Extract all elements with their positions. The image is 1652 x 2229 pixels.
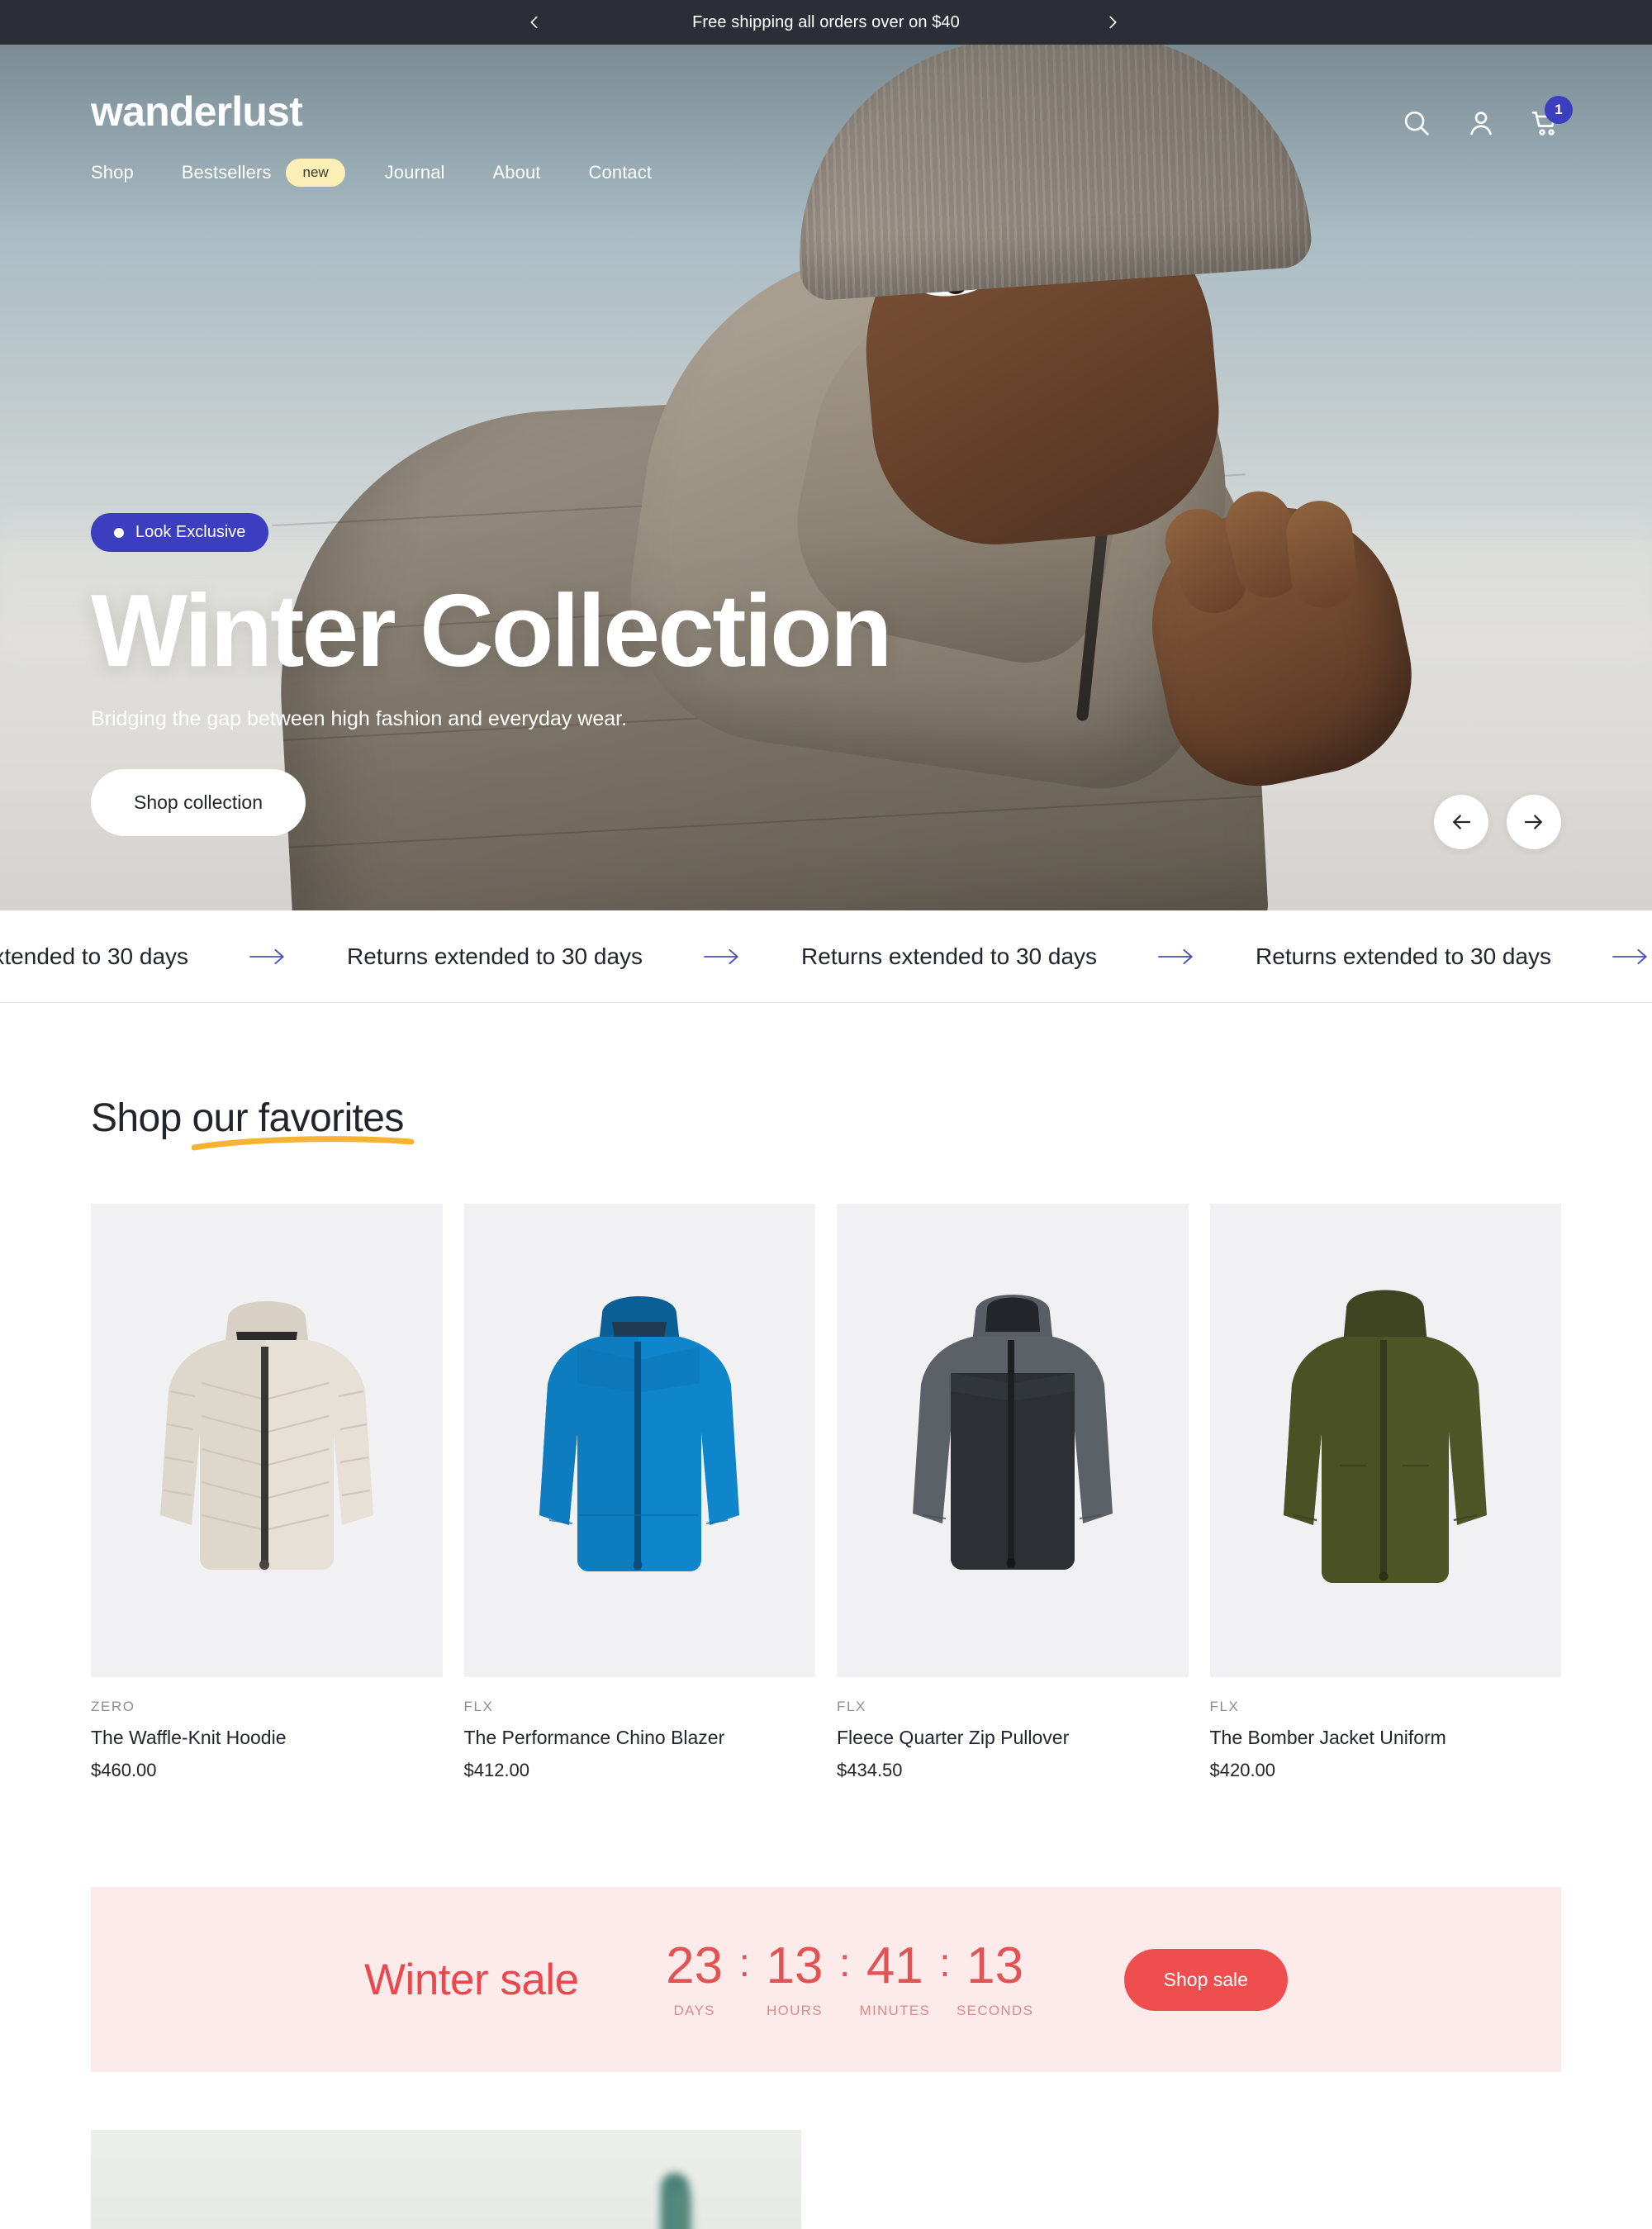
- countdown-hours-value: 13: [766, 1937, 824, 1994]
- countdown-hours-label: HOURS: [767, 2002, 823, 2018]
- arrow-right-icon: [1551, 945, 1652, 968]
- search-icon[interactable]: [1401, 107, 1432, 139]
- product-grid: ZERO The Waffle-Knit Hoodie $460.00 FLX …: [91, 1204, 1561, 1781]
- countdown-minutes: 41 MINUTES: [855, 1937, 934, 2019]
- hero-badge: Look Exclusive: [91, 513, 269, 552]
- countdown-timer: 23 DAYS : 13 HOURS : 41 MINUTES : 13 SEC…: [655, 1937, 1035, 2019]
- next-section-teaser: [0, 2072, 1652, 2229]
- nav-item-journal[interactable]: Journal: [385, 162, 445, 183]
- announcement-next-button[interactable]: [1090, 0, 1135, 45]
- countdown-hours: 13 HOURS: [755, 1937, 834, 2019]
- countdown-separator: :: [838, 1941, 851, 1985]
- countdown-seconds: 13 SECONDS: [956, 1937, 1035, 2019]
- sale-title: Winter sale: [364, 1955, 579, 2004]
- announcement-text: Free shipping all orders over on $40: [692, 12, 960, 31]
- title-underline: [192, 1136, 415, 1151]
- marquee-item: Returns extended to 30 days: [347, 943, 643, 969]
- hero-prev-button[interactable]: [1434, 795, 1488, 849]
- jacket-illustration: [539, 1295, 740, 1571]
- jacket-illustration: [1284, 1290, 1488, 1583]
- countdown-separator: :: [939, 1941, 951, 1985]
- nav-new-badge: new: [286, 159, 345, 187]
- product-price: $460.00: [91, 1760, 157, 1780]
- product-image: [837, 1204, 1189, 1677]
- marquee-track: Returns extended to 30 days Returns exte…: [0, 943, 1652, 970]
- hero-banner: wanderlust Shop Bestsellers new Journal …: [0, 45, 1652, 910]
- promo-marquee: Returns extended to 30 days Returns exte…: [0, 910, 1652, 1003]
- teaser-image[interactable]: [91, 2130, 801, 2229]
- product-name: Fleece Quarter Zip Pullover: [837, 1727, 1070, 1748]
- hero-content: Look Exclusive Winter Collection Bridgin…: [91, 513, 892, 836]
- page-root: Free shipping all orders over on $40 wan…: [0, 0, 1652, 2229]
- cart-count-badge: 1: [1545, 96, 1573, 124]
- chevron-left-icon: [525, 13, 544, 31]
- product-card[interactable]: ZERO The Waffle-Knit Hoodie $460.00: [91, 1204, 443, 1781]
- arrow-right-icon: [1097, 945, 1256, 968]
- announcement-prev-button[interactable]: [512, 0, 557, 45]
- shop-sale-button[interactable]: Shop sale: [1123, 1948, 1288, 2011]
- jacket-illustration: [912, 1294, 1113, 1570]
- countdown-minutes-label: MINUTES: [859, 2002, 931, 2018]
- dot-icon: [114, 527, 124, 538]
- favorites-heading: Shop our favorites: [91, 1003, 415, 1151]
- product-image: [91, 1204, 443, 1677]
- countdown-seconds-label: SECONDS: [957, 2002, 1034, 2018]
- countdown-minutes-value: 41: [866, 1937, 923, 1994]
- product-name: The Bomber Jacket Uniform: [1209, 1727, 1446, 1748]
- nav-item-shop[interactable]: Shop: [91, 162, 134, 183]
- chevron-right-icon: [1104, 13, 1122, 31]
- countdown-days-value: 23: [666, 1937, 724, 1994]
- shop-collection-button[interactable]: Shop collection: [91, 769, 306, 836]
- nav-item-bestsellers[interactable]: Bestsellers: [182, 162, 272, 183]
- winter-sale-banner: Winter sale 23 DAYS : 13 HOURS : 41 MINU…: [91, 1887, 1561, 2072]
- product-card[interactable]: FLX The Bomber Jacket Uniform $420.00: [1209, 1204, 1561, 1781]
- product-price: $412.00: [463, 1760, 530, 1780]
- countdown-separator: :: [738, 1941, 750, 1985]
- brand-logo[interactable]: wanderlust: [91, 91, 1561, 132]
- header-actions: 1: [1401, 96, 1573, 139]
- product-brand: ZERO: [91, 1699, 135, 1714]
- countdown-seconds-value: 13: [966, 1937, 1024, 1994]
- user-icon[interactable]: [1465, 107, 1497, 139]
- product-name: The Performance Chino Blazer: [463, 1727, 725, 1748]
- product-card[interactable]: FLX Fleece Quarter Zip Pullover $434.50: [837, 1204, 1189, 1781]
- product-card[interactable]: FLX The Performance Chino Blazer $412.00: [463, 1204, 815, 1781]
- countdown-days-label: DAYS: [673, 2002, 715, 2018]
- product-name: The Waffle-Knit Hoodie: [91, 1727, 287, 1748]
- nav-item-about[interactable]: About: [493, 162, 541, 183]
- product-price: $420.00: [1209, 1760, 1276, 1780]
- arrow-right-icon: [643, 945, 801, 968]
- jacket-illustration: [159, 1300, 373, 1570]
- product-image: [1209, 1204, 1561, 1677]
- announcement-bar: Free shipping all orders over on $40: [0, 0, 1652, 45]
- product-brand: FLX: [463, 1699, 494, 1714]
- hero-carousel-controls: [1434, 795, 1561, 849]
- product-image: [463, 1204, 815, 1677]
- hero-title: Winter Collection: [91, 574, 892, 688]
- cart-icon[interactable]: 1: [1530, 96, 1573, 139]
- favorites-title-part1: Shop: [91, 1096, 192, 1140]
- favorites-section: Shop our favorites ZERO The Waffle-Knit …: [0, 1003, 1652, 1781]
- countdown-days: 23 DAYS: [655, 1937, 734, 2019]
- hero-next-button[interactable]: [1507, 795, 1561, 849]
- product-price: $434.50: [837, 1760, 903, 1780]
- teaser-foliage: [669, 2188, 691, 2229]
- main-navigation: Shop Bestsellers new Journal About Conta…: [91, 159, 1561, 187]
- marquee-item: Returns extended to 30 days: [801, 943, 1098, 969]
- nav-item-contact[interactable]: Contact: [589, 162, 653, 183]
- hero-badge-label: Look Exclusive: [135, 523, 246, 541]
- site-header: wanderlust Shop Bestsellers new Journal …: [0, 45, 1652, 187]
- marquee-item: Returns extended to 30 days: [0, 943, 189, 969]
- product-brand: FLX: [1209, 1699, 1240, 1714]
- arrow-right-icon: [188, 945, 347, 968]
- product-brand: FLX: [837, 1699, 866, 1714]
- hero-subtitle: Bridging the gap between high fashion an…: [91, 707, 628, 730]
- marquee-item: Returns extended to 30 days: [1256, 943, 1552, 969]
